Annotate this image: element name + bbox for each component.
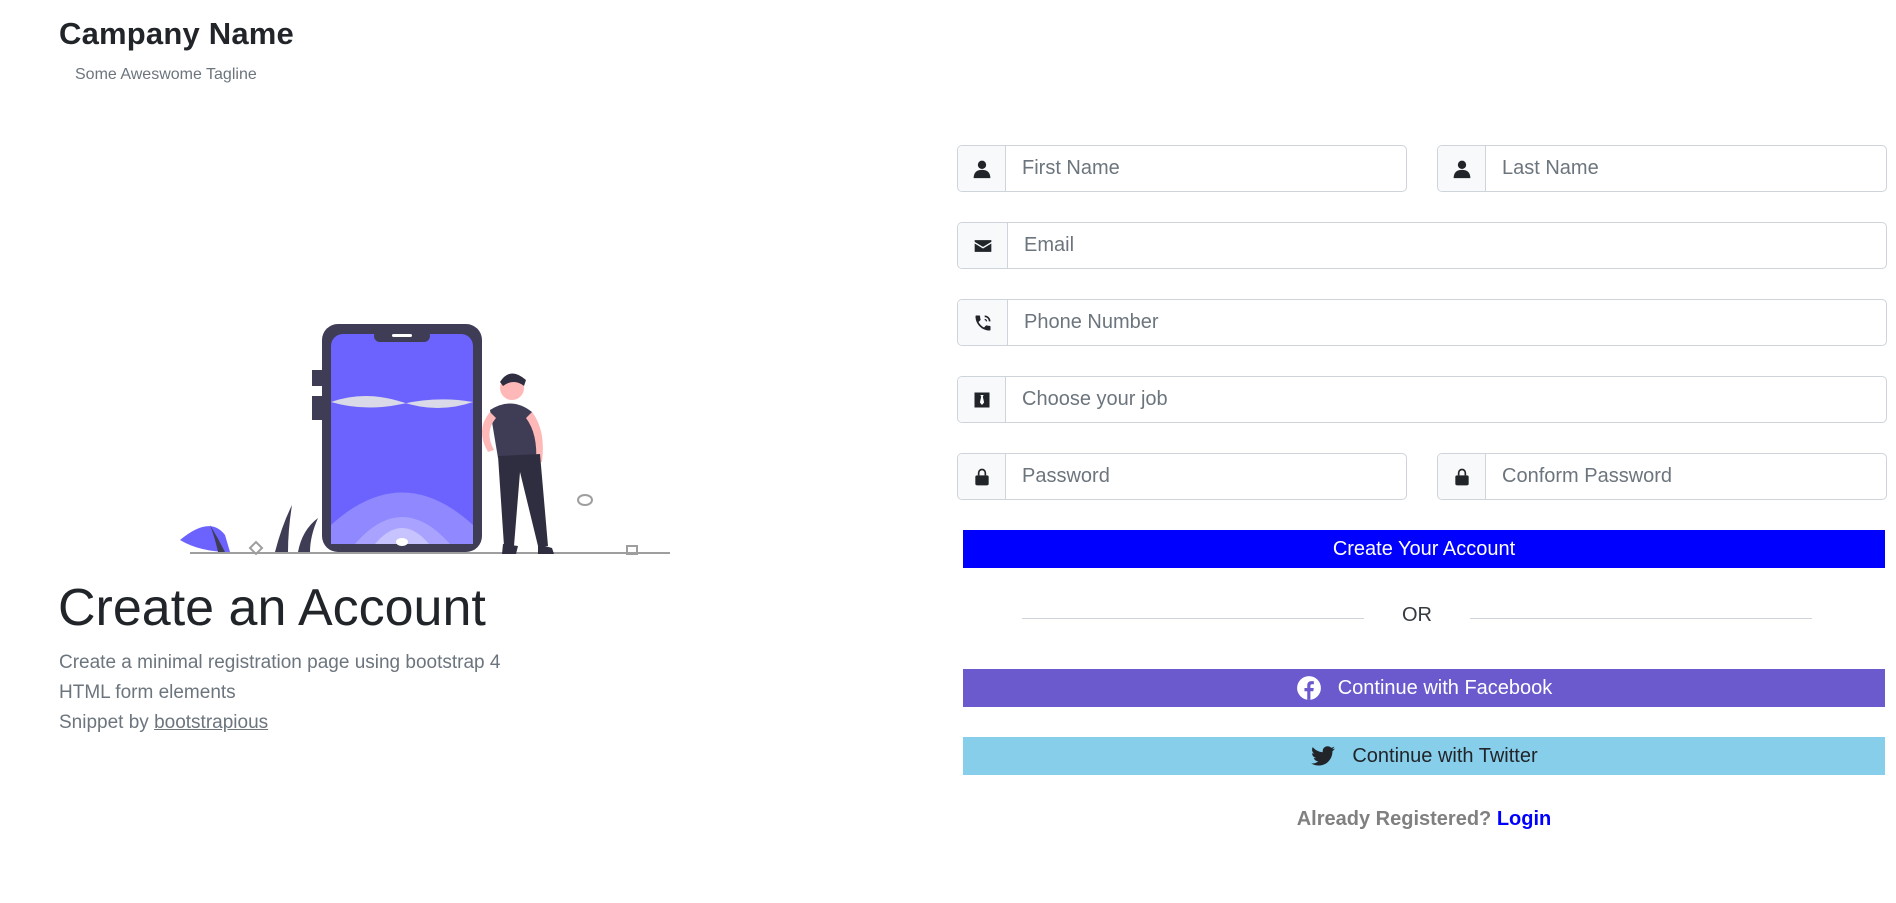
or-divider: OR <box>1022 602 1812 628</box>
or-label: OR <box>1402 604 1432 626</box>
lock-icon <box>958 454 1006 499</box>
snippet-prefix: Snippet by <box>59 712 155 733</box>
last-name-input[interactable] <box>1486 146 1886 191</box>
email-group <box>957 222 1887 269</box>
confirm-password-group <box>1437 453 1887 500</box>
envelope-icon <box>958 223 1008 268</box>
job-select[interactable] <box>1006 377 1886 422</box>
facebook-login-button[interactable]: Continue with Facebook <box>963 669 1885 707</box>
twitter-button-label: Continue with Twitter <box>1352 744 1538 767</box>
hero-description: Create a minimal registration page using… <box>59 648 500 738</box>
facebook-icon <box>1296 676 1321 700</box>
brand: Campany Name Some Aweswome Tagline <box>59 16 294 83</box>
password-group <box>957 453 1407 500</box>
job-group <box>957 376 1887 423</box>
registration-illustration <box>180 324 670 556</box>
twitter-login-button[interactable]: Continue with Twitter <box>963 737 1885 775</box>
user-icon <box>958 146 1006 191</box>
phone-group <box>957 299 1887 346</box>
already-registered-text: Already Registered? <box>1296 808 1492 830</box>
first-name-input[interactable] <box>1006 146 1406 191</box>
create-account-button[interactable]: Create Your Account <box>963 530 1885 568</box>
bootstrapious-link[interactable]: bootstrapious <box>154 712 268 733</box>
first-name-group <box>957 145 1407 192</box>
lock-icon <box>1438 454 1486 499</box>
login-link[interactable]: Login <box>1497 808 1551 830</box>
last-name-group <box>1437 145 1887 192</box>
page-title: Create an Account <box>58 579 486 637</box>
company-name[interactable]: Campany Name <box>59 16 294 52</box>
confirm-password-input[interactable] <box>1486 454 1886 499</box>
divider-line-right <box>1470 618 1812 619</box>
phone-input[interactable] <box>1008 300 1886 345</box>
email-input[interactable] <box>1008 223 1886 268</box>
user-icon <box>1438 146 1486 191</box>
black-tie-icon <box>958 377 1006 422</box>
hero-line-1: Create a minimal registration page using… <box>59 652 501 673</box>
login-prompt: Already Registered? Login <box>963 808 1885 831</box>
hero-line-2: HTML form elements <box>59 682 236 703</box>
snippet-credit: Snippet by bootstrapious <box>59 708 500 738</box>
phone-icon <box>958 300 1008 345</box>
company-tagline: Some Aweswome Tagline <box>75 66 257 83</box>
twitter-icon <box>1311 746 1336 766</box>
facebook-button-label: Continue with Facebook <box>1337 676 1553 699</box>
password-input[interactable] <box>1006 454 1406 499</box>
